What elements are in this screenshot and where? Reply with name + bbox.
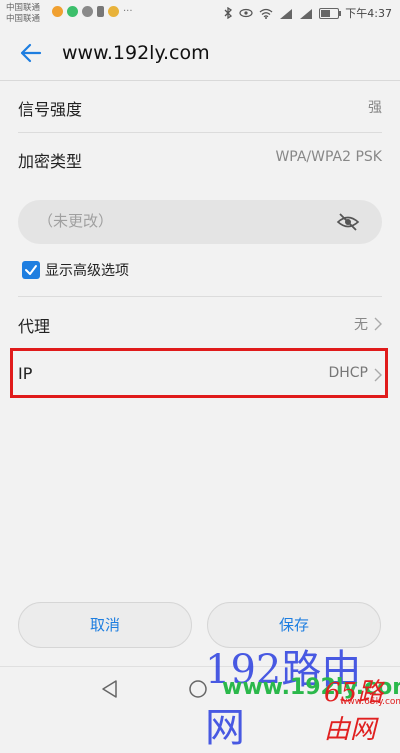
notification-icons: ··· (52, 6, 133, 17)
proxy-value: 无 (354, 317, 368, 333)
app-bar: www.192ly.com (0, 28, 400, 81)
chevron-right-icon (374, 317, 382, 331)
clock: 下午4:37 (345, 7, 392, 20)
carrier-2: 中国联通 (6, 14, 41, 24)
signal-strength-label: 信号强度 (18, 100, 83, 119)
wifi-icon (259, 8, 273, 19)
eye-comfort-icon (239, 8, 253, 18)
encryption-type-label: 加密类型 (18, 152, 83, 171)
signal-strength-value: 强 (368, 100, 382, 116)
app-notification-icon (67, 6, 78, 17)
signal-icon (280, 8, 293, 19)
wechat-icon (82, 6, 93, 17)
proxy-label: 代理 (18, 317, 51, 336)
carrier-1: 中国联通 (6, 3, 41, 13)
more-icon: ··· (123, 6, 133, 17)
advanced-options-checkbox[interactable] (22, 261, 40, 279)
carrier-info: 中国联通 中国联通 (6, 3, 40, 25)
system-status: 下午4:37 (223, 5, 392, 21)
cancel-button[interactable]: 取消 (18, 602, 192, 648)
arrow-left-icon[interactable] (18, 40, 44, 66)
eye-off-icon[interactable] (336, 211, 360, 233)
password-field[interactable] (18, 200, 382, 244)
weibo-icon (108, 6, 119, 17)
status-bar: 中国联通 中国联通 ··· 下午4:37 (0, 0, 400, 28)
encryption-type-value: WPA/WPA2 PSK (275, 149, 382, 165)
highlight-box (10, 348, 388, 398)
watermark-65ly-url: www.65ly.com (340, 697, 400, 707)
advanced-options-label: 显示高级选项 (45, 263, 129, 279)
password-input[interactable] (36, 211, 320, 231)
proxy-row[interactable]: 代理 无 (0, 298, 400, 350)
nav-back-icon[interactable] (100, 679, 120, 699)
page-title: www.192ly.com (62, 42, 210, 64)
battery-icon (319, 7, 342, 19)
advanced-options-toggle[interactable]: 显示高级选项 (22, 258, 129, 282)
watermark-65ly: 65路由网 (324, 678, 384, 745)
bluetooth-icon (224, 7, 233, 19)
check-icon (25, 265, 37, 275)
phone-icon (97, 6, 104, 17)
signal-icon (300, 8, 313, 19)
app-notification-icon (52, 6, 63, 17)
divider (18, 296, 382, 297)
encryption-type-row: 加密类型 WPA/WPA2 PSK (0, 133, 400, 185)
signal-strength-row: 信号强度 强 (0, 81, 400, 133)
